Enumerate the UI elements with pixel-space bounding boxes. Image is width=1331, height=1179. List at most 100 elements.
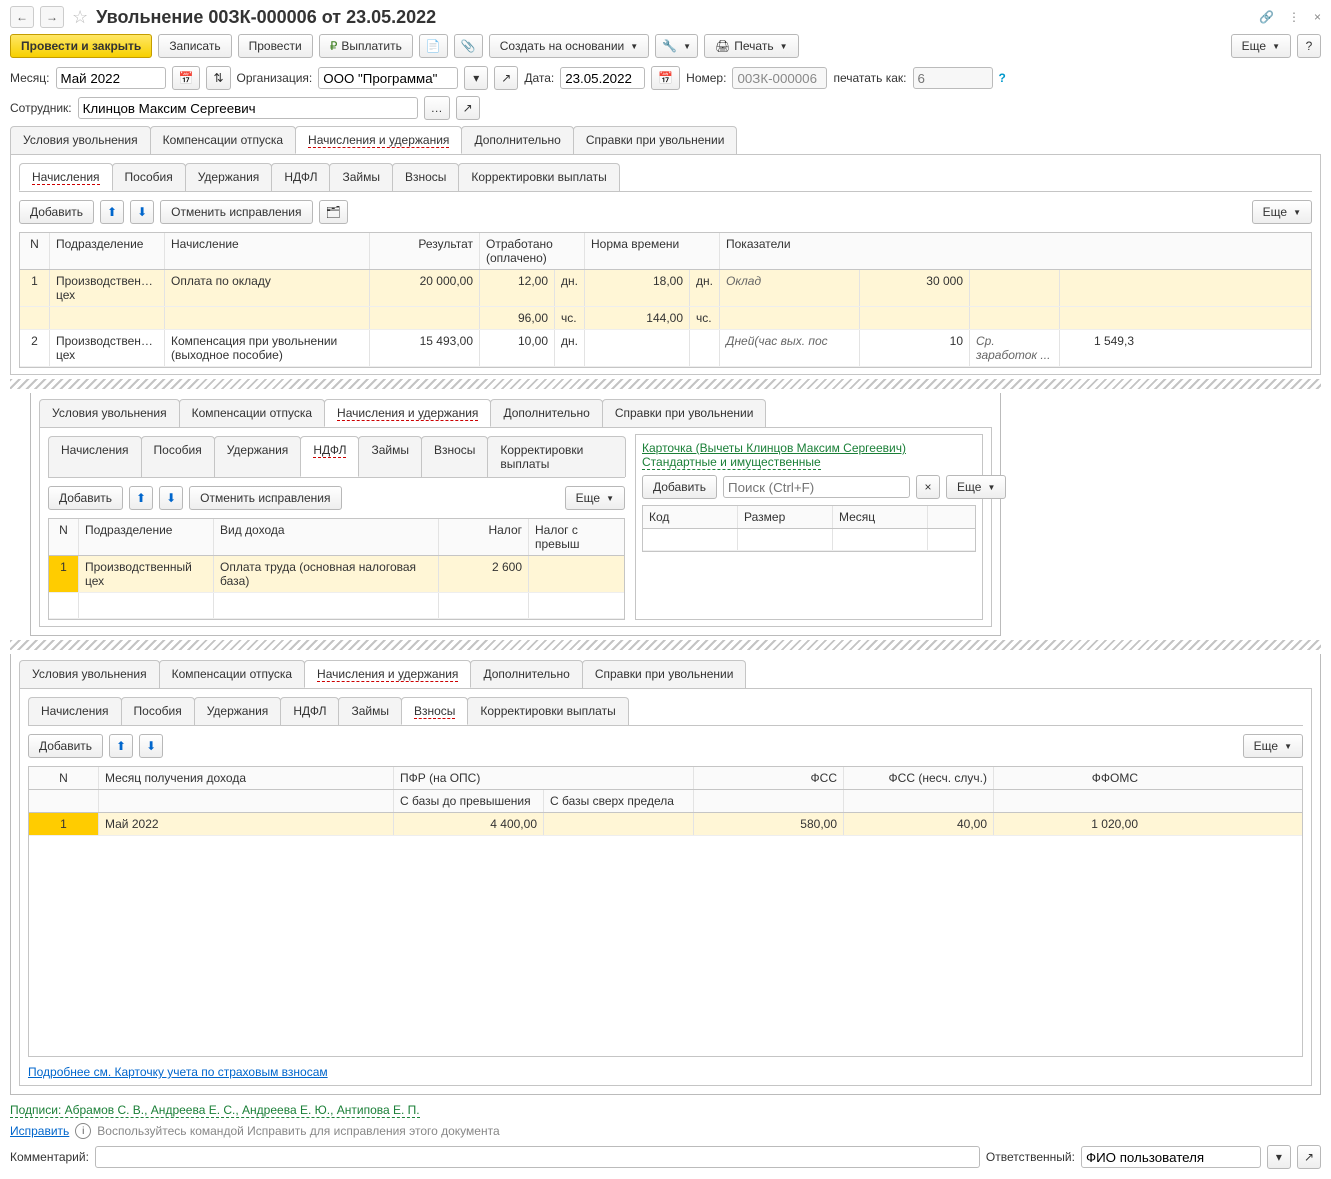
add-button-2[interactable]: Добавить <box>48 486 123 510</box>
s2-loans[interactable]: Займы <box>358 436 422 477</box>
g3-col-pfr1[interactable]: С базы до превышения <box>394 790 544 812</box>
grid1-row-2[interactable]: 2 Производственный цех Компенсация при у… <box>20 330 1311 367</box>
attach-icon-button[interactable]: 📎 <box>454 34 483 58</box>
col-dept[interactable]: Подразделение <box>50 233 165 269</box>
fix-link[interactable]: Исправить <box>10 1124 69 1138</box>
org-input[interactable] <box>318 67 458 89</box>
tab2-accruals[interactable]: Начисления и удержания <box>324 399 491 427</box>
tab-conditions[interactable]: Условия увольнения <box>10 126 151 154</box>
card-col-month[interactable]: Месяц <box>833 506 928 528</box>
add-button-3[interactable]: Добавить <box>28 734 103 758</box>
subtab-ndfl[interactable]: НДФЛ <box>271 163 330 191</box>
g2-col-dept[interactable]: Подразделение <box>79 519 214 555</box>
extra-icon-button[interactable]: 🔧▼ <box>655 34 698 58</box>
employee-open[interactable]: ↗ <box>456 96 480 120</box>
move-down-1[interactable]: ⬇ <box>130 200 154 224</box>
favorite-icon[interactable]: ☆ <box>72 7 88 28</box>
nav-forward[interactable]: → <box>40 6 64 28</box>
tab2-certificates[interactable]: Справки при увольнении <box>602 399 767 427</box>
col-worked[interactable]: Отработано (оплачено) <box>480 233 585 269</box>
close-icon[interactable]: × <box>1314 10 1321 24</box>
g3-col-n[interactable]: N <box>29 767 99 789</box>
more-sub-2[interactable]: Еще▼ <box>565 486 625 510</box>
tab3-compensations[interactable]: Компенсации отпуска <box>159 660 305 688</box>
month-input[interactable] <box>56 67 166 89</box>
subtab-benefits[interactable]: Пособия <box>112 163 186 191</box>
post-and-close-button[interactable]: Провести и закрыть <box>10 34 152 58</box>
responsible-dropdown[interactable]: ▾ <box>1267 1145 1291 1169</box>
s2-contrib[interactable]: Взносы <box>421 436 488 477</box>
employee-input[interactable] <box>78 97 418 119</box>
card-more[interactable]: Еще▼ <box>946 475 1006 499</box>
move-down-3[interactable]: ⬇ <box>139 734 163 758</box>
printas-input[interactable] <box>913 67 993 89</box>
s3-ndfl[interactable]: НДФЛ <box>280 697 339 725</box>
s3-benefits[interactable]: Пособия <box>121 697 195 725</box>
card-icon-1[interactable]: 🗂 <box>319 200 348 224</box>
responsible-input[interactable] <box>1081 1146 1261 1168</box>
print-button[interactable]: 🖨 Печать▼ <box>704 34 798 58</box>
kebab-icon[interactable]: ⋮ <box>1288 10 1300 24</box>
date-input[interactable] <box>560 67 645 89</box>
g2-col-n[interactable]: N <box>49 519 79 555</box>
g2-row-1[interactable]: 1 Производственный цех Оплата труда (осн… <box>49 556 624 593</box>
doc-icon-button[interactable]: 📄 <box>419 34 448 58</box>
employee-select[interactable]: … <box>424 96 450 120</box>
s2-ndfl[interactable]: НДФЛ <box>300 436 359 477</box>
tab3-accruals[interactable]: Начисления и удержания <box>304 660 471 688</box>
g3-col-ffoms[interactable]: ФФОМС <box>994 767 1144 789</box>
s2-benefits[interactable]: Пособия <box>141 436 215 477</box>
org-open[interactable]: ↗ <box>494 66 518 90</box>
tab2-additional[interactable]: Дополнительно <box>490 399 602 427</box>
help-button[interactable]: ? <box>1297 34 1321 58</box>
tab3-conditions[interactable]: Условия увольнения <box>19 660 160 688</box>
contrib-detail-link[interactable]: Подробнее см. Карточку учета по страховы… <box>28 1065 328 1079</box>
more-button[interactable]: Еще▼ <box>1231 34 1291 58</box>
g3-col-month[interactable]: Месяц получения дохода <box>99 767 394 789</box>
month-spinner[interactable]: ⇅ <box>206 66 230 90</box>
g3-col-fssn[interactable]: ФСС (несч. случ.) <box>844 767 994 789</box>
tab-compensations[interactable]: Компенсации отпуска <box>150 126 296 154</box>
g3-col-pfr[interactable]: ПФР (на ОПС) <box>394 767 694 789</box>
g2-col-taxex[interactable]: Налог с превыш <box>529 519 624 555</box>
s2-corrections[interactable]: Корректировки выплаты <box>487 436 626 477</box>
card-search-clear[interactable]: × <box>916 475 940 499</box>
pay-button[interactable]: ₽Выплатить <box>319 34 413 58</box>
g2-col-inc[interactable]: Вид дохода <box>214 519 439 555</box>
date-cal-icon[interactable]: 📅 <box>651 66 680 90</box>
cancel-fix-2[interactable]: Отменить исправления <box>189 486 341 510</box>
tab2-conditions[interactable]: Условия увольнения <box>39 399 180 427</box>
comment-input[interactable] <box>95 1146 980 1168</box>
grid1-row-1a[interactable]: 1 Производственный цех Оплата по окладу … <box>20 270 1311 307</box>
col-ind[interactable]: Показатели <box>720 233 1311 269</box>
g3-col-fss[interactable]: ФСС <box>694 767 844 789</box>
move-up-1[interactable]: ⬆ <box>100 200 124 224</box>
tab3-certificates[interactable]: Справки при увольнении <box>582 660 747 688</box>
card-add[interactable]: Добавить <box>642 475 717 499</box>
s3-corrections[interactable]: Корректировки выплаты <box>467 697 628 725</box>
printas-help-icon[interactable]: ? <box>999 71 1006 85</box>
link-icon[interactable]: 🔗 <box>1259 10 1274 24</box>
tab-additional[interactable]: Дополнительно <box>461 126 573 154</box>
g3-row-1[interactable]: 1 Май 2022 4 400,00 580,00 40,00 1 020,0… <box>29 813 1302 836</box>
card-title-link[interactable]: Карточка (Вычеты Клинцов Максим Сергееви… <box>642 441 906 455</box>
col-accr[interactable]: Начисление <box>165 233 370 269</box>
tab2-compensations[interactable]: Компенсации отпуска <box>179 399 325 427</box>
subtab-corrections[interactable]: Корректировки выплаты <box>458 163 619 191</box>
tab-accruals[interactable]: Начисления и удержания <box>295 126 462 154</box>
create-based-button[interactable]: Создать на основании▼ <box>489 34 649 58</box>
org-dropdown[interactable]: ▾ <box>464 66 488 90</box>
subtab-loans[interactable]: Займы <box>329 163 393 191</box>
add-button-1[interactable]: Добавить <box>19 200 94 224</box>
subtab-accruals[interactable]: Начисления <box>19 163 113 191</box>
card-search[interactable] <box>723 476 910 498</box>
nav-back[interactable]: ← <box>10 6 34 28</box>
col-n[interactable]: N <box>20 233 50 269</box>
subtab-deductions[interactable]: Удержания <box>185 163 273 191</box>
tab-certificates[interactable]: Справки при увольнении <box>573 126 738 154</box>
g3-col-pfr2[interactable]: С базы сверх предела <box>544 790 694 812</box>
g2-col-tax[interactable]: Налог <box>439 519 529 555</box>
card-col-size[interactable]: Размер <box>738 506 833 528</box>
more-sub-1[interactable]: Еще▼ <box>1252 200 1312 224</box>
more-sub-3[interactable]: Еще▼ <box>1243 734 1303 758</box>
